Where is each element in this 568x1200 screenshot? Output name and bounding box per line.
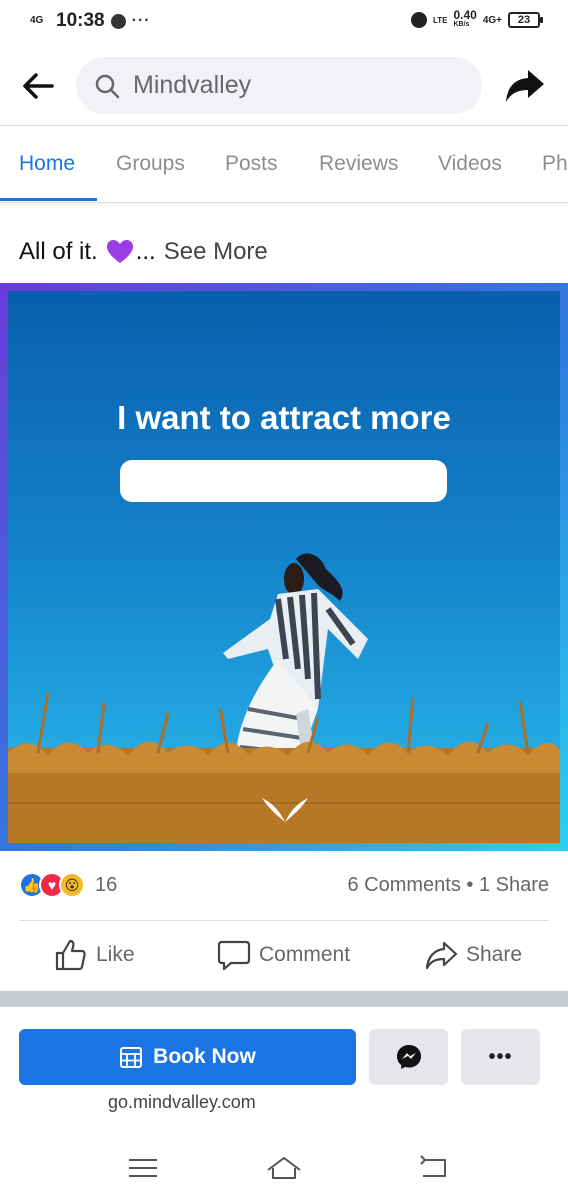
ad-image: I want to attract more [8,291,560,843]
like-label: Like [96,943,135,966]
post-actions: Like Comment Share [0,930,568,986]
search-input[interactable]: Mindvalley [76,57,482,114]
ad-headline: I want to attract more [117,399,451,436]
network-speed: 0.40 KB/s [453,9,476,30]
comment-bubble-icon [217,940,251,971]
tab-home[interactable]: Home [19,152,75,176]
wow-reaction-icon: 😮 [59,872,85,898]
comment-label: Comment [259,943,351,966]
search-icon [95,74,120,99]
thumbs-up-icon [55,939,86,971]
mindvalley-logo-icon [262,798,308,822]
post-body: All of it. [19,238,98,265]
page-tabs: Home Groups Posts Reviews Videos Ph [0,127,568,203]
cta-url: go.mindvalley.com [108,1092,256,1112]
divider [19,920,549,921]
ad-image-frame[interactable]: I want to attract more [0,283,568,851]
post-ellipsis: ... [135,238,156,265]
share-button[interactable]: Share [424,938,522,972]
comment-button[interactable]: Comment [217,938,350,972]
top-bar: Mindvalley [0,44,568,126]
messenger-button[interactable] [369,1029,448,1085]
reaction-summary[interactable]: 👍 ♥ 😮 16 [19,872,117,898]
menu-icon[interactable] [123,1154,163,1182]
comments-shares-count[interactable]: 6 Comments • 1 Share [347,874,549,897]
system-navigation-bar [0,1134,568,1200]
battery-icon: 23 [508,12,543,28]
book-now-label: Book Now [153,1045,256,1068]
message-notification-icon [110,13,126,29]
lte-indicator: LTE [432,15,448,25]
arrow-left-icon [23,73,54,99]
signal-indicator: 4G [30,15,44,26]
back-nav-icon[interactable] [413,1154,453,1182]
tab-reviews[interactable]: Reviews [319,152,398,176]
calendar-icon [120,1047,143,1068]
ad-blank-field [120,460,447,502]
status-time: 10:38 [56,10,105,31]
more-notifications-icon: ··· [131,12,151,29]
tab-groups[interactable]: Groups [116,152,185,176]
see-more-link[interactable]: See More [164,238,268,266]
back-button[interactable] [18,66,58,106]
purple-heart-icon [106,240,133,263]
share-label: Share [466,943,523,966]
reaction-count: 16 [95,873,118,896]
active-tab-indicator [0,198,97,201]
share-arrow-icon [506,70,544,102]
share-arrow-outline-icon [425,941,458,970]
status-bar: 4G 10:38 ··· LTE 0.40 KB/s 4G+ 23 [0,0,568,44]
tab-videos[interactable]: Videos [438,152,502,176]
tab-photos[interactable]: Ph [542,152,568,176]
network-type: 4G+ [482,14,502,26]
alarm-icon [410,12,427,28]
search-text: Mindvalley [133,71,252,99]
more-options-button[interactable]: ••• [461,1029,540,1085]
messenger-icon [396,1045,421,1069]
book-now-button[interactable]: Book Now [19,1029,356,1085]
share-page-button[interactable] [502,66,546,106]
post-text: All of it. ... See More [19,238,268,266]
tab-posts[interactable]: Posts [225,152,278,176]
like-button[interactable]: Like [54,938,135,972]
home-icon[interactable] [264,1154,304,1182]
feed-separator [0,991,568,1007]
